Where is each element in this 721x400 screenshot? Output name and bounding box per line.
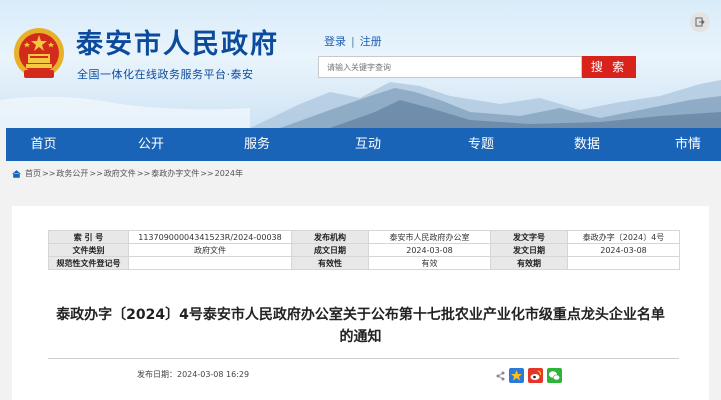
nav-item-city[interactable]: 市情 [655,128,721,161]
meta-key: 有效期 [490,256,568,270]
nav-item-service[interactable]: 服务 [221,128,293,161]
content-panel: 索 引 号 11370900004341523R/2024-00038 发布机构… [12,206,709,400]
search-input[interactable] [318,56,582,78]
qzone-icon [509,368,524,383]
share-icon [496,371,505,381]
meta-value: 泰政办字〔2024〕4号 [567,230,680,244]
meta-key: 文件类别 [48,243,129,257]
weibo-icon [528,368,543,383]
meta-value [567,256,680,270]
nav-item-data[interactable]: 数据 [519,128,655,161]
wechat-icon [547,368,562,383]
qzone-share-button[interactable] [509,368,524,383]
meta-value: 11370900004341523R/2024-00038 [128,230,292,244]
document-title-line: 的通知 [339,329,382,345]
breadcrumb-item-gov-docs[interactable]: 政府文件 [104,168,136,179]
table-row: 文件类别 政府文件 成文日期 2024-03-08 发文日期 2024-03-0… [48,243,680,257]
meta-key: 有效性 [291,256,369,270]
breadcrumb-separator: >> [136,169,151,178]
auth-separator: | [351,35,355,48]
meta-value: 政府文件 [128,243,292,257]
search-button[interactable]: 搜 索 [582,56,636,78]
document-meta-table: 索 引 号 11370900004341523R/2024-00038 发布机构… [48,230,680,270]
meta-key: 发布机构 [291,230,369,244]
exit-button[interactable] [690,12,710,32]
nav-item-topics[interactable]: 专题 [443,128,519,161]
meta-value: 有效 [368,256,491,270]
document-title: 泰政办字〔2024〕4号泰安市人民政府办公室关于公布第十七批农业产业化市级重点龙… [12,304,709,348]
site-subtitle: 全国一体化在线政务服务平台·泰安 [77,68,254,81]
table-row: 规范性文件登记号 有效性 有效 有效期 [48,256,680,270]
breadcrumb: 首页 >> 政务公开 >> 政府文件 >> 泰政办字文件 >> 2024年 [12,168,243,179]
meta-key: 规范性文件登记号 [48,256,129,270]
site-header: 泰安市人民政府 全国一体化在线政务服务平台·泰安 登录 | 注册 搜 索 [0,0,721,128]
publish-date: 发布日期：2024-03-08 16:29 [137,370,250,379]
home-icon [12,169,21,178]
auth-links: 登录 | 注册 [324,33,382,49]
breadcrumb-item-public[interactable]: 政务公开 [56,168,88,179]
register-link[interactable]: 注册 [360,35,382,48]
title-divider [48,358,679,359]
meta-key: 发文字号 [490,230,568,244]
nav-item-interaction[interactable]: 互动 [293,128,443,161]
meta-key: 索 引 号 [48,230,129,244]
breadcrumb-item-office-docs[interactable]: 泰政办字文件 [151,168,199,179]
table-row: 索 引 号 11370900004341523R/2024-00038 发布机构… [48,230,680,244]
breadcrumb-item-year[interactable]: 2024年 [215,168,243,179]
site-title: 泰安市人民政府 [76,29,279,60]
meta-key: 发文日期 [490,243,568,257]
breadcrumb-item-home[interactable]: 首页 [25,168,41,179]
breadcrumb-separator: >> [200,169,214,178]
wechat-share-button[interactable] [547,368,562,383]
exit-icon [695,17,705,27]
national-emblem-icon [14,28,64,78]
weibo-share-button[interactable] [528,368,543,383]
document-title-line: 泰政办字〔2024〕4号泰安市人民政府办公室关于公布第十七批农业产业化市级重点龙… [56,307,665,323]
meta-key: 成文日期 [291,243,369,257]
meta-value: 2024-03-08 [567,243,680,257]
breadcrumb-separator: >> [42,169,56,178]
nav-item-public[interactable]: 公开 [81,128,221,161]
meta-value [128,256,292,270]
meta-value: 2024-03-08 [368,243,491,257]
nav-item-home[interactable]: 首页 [6,128,81,161]
login-link[interactable]: 登录 [324,35,346,48]
main-nav: 首页 公开 服务 互动 专题 数据 市情 [6,128,721,161]
meta-value: 泰安市人民政府办公室 [368,230,491,244]
breadcrumb-separator: >> [89,169,103,178]
share-bar [496,368,562,383]
